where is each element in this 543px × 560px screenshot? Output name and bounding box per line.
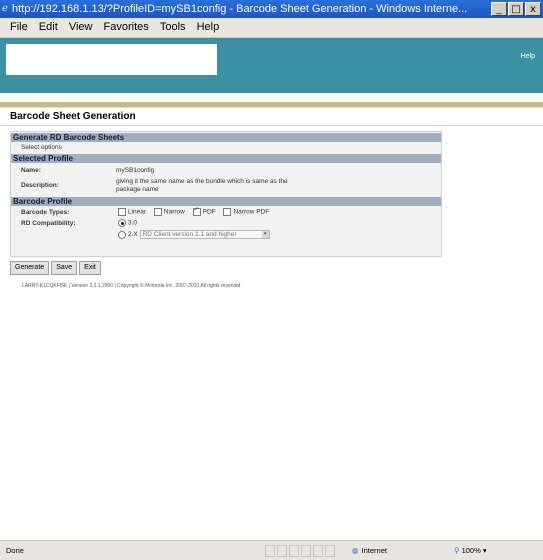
menu-view[interactable]: View	[69, 18, 93, 37]
zone-label: Internet	[361, 546, 387, 555]
security-zone[interactable]: ◍ Internet	[352, 541, 387, 560]
description-label: Description:	[21, 182, 59, 189]
menu-help[interactable]: Help	[197, 18, 220, 37]
status-segment	[325, 545, 335, 557]
logo-area	[6, 44, 217, 75]
zoom-control[interactable]: ⚲ 100% ▾	[454, 541, 487, 560]
close-button[interactable]: x	[525, 2, 541, 16]
save-button[interactable]: Save	[51, 261, 78, 275]
status-bar: Done ◍ Internet ⚲ 100% ▾	[0, 540, 543, 560]
status-segments	[265, 545, 335, 557]
narrow-pdf-checkbox[interactable]	[223, 208, 232, 216]
linear-checkbox[interactable]	[118, 208, 126, 216]
type-narrow-option[interactable]: Narrow	[153, 208, 185, 216]
compat-option-30[interactable]: 3.0	[118, 219, 137, 227]
pdf-checkbox[interactable]	[192, 206, 201, 216]
section-generate-heading: Generate RD Barcode Sheets	[11, 133, 441, 142]
compat-2x-label: 2.X	[128, 231, 138, 239]
linear-label: Linear	[128, 208, 147, 216]
menu-favorites[interactable]: Favorites	[104, 18, 149, 37]
exit-button[interactable]: Exit	[79, 261, 101, 275]
compat-option-2x[interactable]: 2.X RD Client version 1.1 and higher ▾	[118, 230, 270, 239]
compat-2x-radio[interactable]	[118, 230, 126, 239]
rd-client-version-select[interactable]: RD Client version 1.1 and higher ▾	[139, 230, 270, 239]
name-label: Name:	[21, 167, 41, 174]
description-line-2: package name	[116, 186, 159, 193]
status-segment	[301, 545, 311, 557]
barcode-types-label: Barcode Types:	[21, 209, 70, 216]
instruction-text: Select options	[21, 144, 62, 151]
compat-30-radio[interactable]	[118, 219, 126, 227]
window-title: http://192.168.1.13/?ProfileID=mySB1conf…	[12, 3, 467, 15]
page-title: Barcode Sheet Generation	[0, 108, 543, 126]
rd-compat-label: RD Compatibility:	[21, 220, 76, 227]
section-selected-profile-heading: Selected Profile	[11, 154, 441, 163]
pdf-label: PDF	[202, 208, 216, 216]
status-segment	[313, 545, 323, 557]
type-linear-option[interactable]: Linear	[118, 208, 146, 216]
chevron-down-icon[interactable]: ▾	[261, 231, 269, 238]
window-controls: _ □ x	[491, 2, 541, 16]
magnifier-icon: ⚲	[454, 546, 460, 555]
status-segment	[289, 545, 299, 557]
status-segment	[277, 545, 287, 557]
rd-client-version-value: RD Client version 1.1 and higher	[142, 231, 237, 238]
status-segment	[265, 545, 275, 557]
compat-30-label: 3.0	[128, 219, 138, 227]
window-title-bar[interactable]: ℯ http://192.168.1.13/?ProfileID=mySB1co…	[0, 0, 543, 18]
narrow-label: Narrow	[163, 208, 185, 216]
menu-bar: File Edit View Favorites Tools Help	[0, 18, 543, 38]
site-header: Help	[0, 38, 543, 93]
generate-button[interactable]: Generate	[10, 261, 50, 275]
minimize-button[interactable]: _	[491, 2, 507, 16]
type-narrow-pdf-option[interactable]: Narrow PDF	[223, 208, 269, 216]
globe-icon: ◍	[352, 546, 359, 555]
narrow-checkbox[interactable]	[153, 208, 162, 216]
name-value: mySB1config	[116, 167, 155, 174]
internet-explorer-icon: ℯ	[2, 3, 8, 14]
page-content: Barcode Sheet Generation Generate RD Bar…	[0, 107, 543, 540]
narrow-pdf-label: Narrow PDF	[233, 208, 270, 216]
maximize-button[interactable]: □	[508, 2, 524, 16]
options-panel: Generate RD Barcode Sheets Select option…	[10, 131, 442, 257]
action-buttons: Generate Save Exit	[10, 261, 101, 275]
barcode-types-options: Linear Narrow PDF Narrow PDF	[118, 206, 275, 216]
type-pdf-option[interactable]: PDF	[192, 206, 216, 216]
copyright-footer: LARRY-K1CQKFI5E | Version 3.3.1.2000 | C…	[22, 283, 242, 289]
zoom-level: 100%	[461, 546, 481, 555]
menu-file[interactable]: File	[10, 18, 28, 37]
help-link[interactable]: Help	[521, 53, 535, 60]
section-barcode-profile-heading: Barcode Profile	[11, 197, 441, 206]
status-text: Done	[6, 546, 24, 555]
description-line-1: giving it the same name as the bundle wh…	[116, 178, 288, 185]
menu-edit[interactable]: Edit	[39, 18, 58, 37]
menu-tools[interactable]: Tools	[160, 18, 186, 37]
